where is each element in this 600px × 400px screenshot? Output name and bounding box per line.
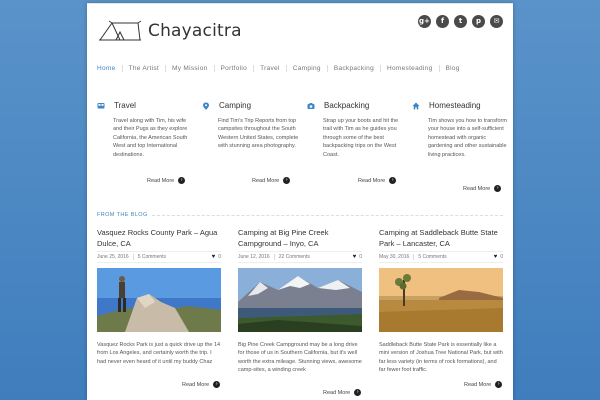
meta-separator xyxy=(273,254,275,260)
post-title[interactable]: Vasquez Rocks County Park – Agua Dulce, … xyxy=(97,227,221,249)
nav-separator xyxy=(213,65,215,72)
post-comments[interactable]: 5 Comments xyxy=(138,254,166,260)
heart-icon[interactable]: ♥ xyxy=(353,254,357,260)
nav-camping[interactable]: Camping xyxy=(293,65,321,72)
feature-description: Strap up your boots and hit the trail wi… xyxy=(323,118,399,158)
like-count: 0 xyxy=(500,254,503,260)
bus-icon xyxy=(97,102,105,108)
arrow-right-icon: › xyxy=(213,381,221,388)
nav-my-mission[interactable]: My Mission xyxy=(172,65,208,72)
nav-travel[interactable]: Travel xyxy=(260,65,280,72)
post-date: June 25, 2016 xyxy=(97,254,129,260)
read-more-post-3[interactable]: Read More › xyxy=(464,381,503,388)
post-thumbnail[interactable] xyxy=(97,268,221,332)
feature-homesteading: Homesteading Tim shows you how to transf… xyxy=(412,101,512,159)
nav-blog[interactable]: Blog xyxy=(446,65,460,72)
nav-separator xyxy=(165,65,167,72)
read-more-label: Read More xyxy=(323,389,351,396)
post-excerpt: Vasquez Rocks Park is just a quick drive… xyxy=(97,342,221,365)
google-plus-icon[interactable]: g+ xyxy=(418,15,431,28)
arrow-right-icon: › xyxy=(354,389,362,396)
post-excerpt: Saddleback Butte State Park is essential… xyxy=(379,342,503,374)
post-thumbnail[interactable] xyxy=(238,268,362,332)
like-count: 0 xyxy=(359,254,362,260)
nav-home[interactable]: Home xyxy=(97,65,116,72)
nav-separator xyxy=(253,65,255,72)
feature-title[interactable]: Homesteading xyxy=(429,101,481,110)
site-title: Chayacitra xyxy=(148,21,242,41)
blog-post: Camping at Big Pine Creek Campground – I… xyxy=(238,227,362,375)
post-date: May 30, 2016 xyxy=(379,254,410,260)
nav-separator xyxy=(326,65,328,72)
read-more-label: Read More xyxy=(358,177,386,184)
arrow-right-icon: › xyxy=(389,177,397,184)
read-more-label: Read More xyxy=(464,381,492,388)
read-more-label: Read More xyxy=(147,177,175,184)
feature-description: Find Tim's Trip Reports from top campsit… xyxy=(218,118,299,150)
read-more-label: Read More xyxy=(252,177,280,184)
nav-homesteading[interactable]: Homesteading xyxy=(387,65,433,72)
feature-camping: Camping Find Tim's Trip Reports from top… xyxy=(202,101,302,151)
nav-backpacking[interactable]: Backpacking xyxy=(334,65,374,72)
read-more-post-1[interactable]: Read More › xyxy=(182,381,221,388)
feature-description: Travel along with Tim, his wife and thei… xyxy=(113,118,188,158)
nav-portfolio[interactable]: Portfolio xyxy=(221,65,248,72)
pinterest-icon[interactable]: p xyxy=(472,15,485,28)
post-comments[interactable]: 22 Comments xyxy=(279,254,310,260)
blog-heading: FROM THE BLOG xyxy=(97,212,148,218)
post-title[interactable]: Camping at Big Pine Creek Campground – I… xyxy=(238,227,362,249)
page-container: Chayacitra g+ f t p ✉ Home The Artist My… xyxy=(87,3,513,400)
feature-description: Tim shows you how to transform your hous… xyxy=(428,118,507,158)
nav-separator xyxy=(379,65,381,72)
read-more-camping[interactable]: Read More › xyxy=(252,177,291,184)
read-more-post-2[interactable]: Read More › xyxy=(323,389,362,396)
feature-title[interactable]: Camping xyxy=(219,101,251,110)
post-thumbnail[interactable] xyxy=(379,268,503,332)
blog-post: Vasquez Rocks County Park – Agua Dulce, … xyxy=(97,227,221,366)
arrow-right-icon: › xyxy=(283,177,291,184)
post-excerpt: Big Pine Creek Campground may be a long … xyxy=(238,342,362,374)
site-header: Chayacitra g+ f t p ✉ xyxy=(87,4,513,60)
read-more-label: Read More xyxy=(463,185,491,192)
post-date: June 12, 2016 xyxy=(238,254,270,260)
facebook-icon[interactable]: f xyxy=(436,15,449,28)
post-meta: June 12, 2016 22 Comments ♥ 0 xyxy=(238,251,362,263)
map-pin-icon xyxy=(203,102,209,110)
blog-section-heading: FROM THE BLOG xyxy=(97,212,503,218)
meta-separator xyxy=(413,254,415,260)
tent-logo-icon xyxy=(99,20,142,41)
feature-backpacking: Backpacking Strap up your boots and hit … xyxy=(307,101,407,159)
like-count: 0 xyxy=(218,254,221,260)
read-more-backpacking[interactable]: Read More › xyxy=(358,177,397,184)
meta-separator xyxy=(132,254,134,260)
nav-separator xyxy=(438,65,440,72)
read-more-travel[interactable]: Read More › xyxy=(147,177,186,184)
arrow-right-icon: › xyxy=(494,185,502,192)
email-icon[interactable]: ✉ xyxy=(490,15,503,28)
nav-separator xyxy=(285,65,287,72)
post-meta: June 25, 2016 5 Comments ♥ 0 xyxy=(97,251,221,263)
site-logo[interactable]: Chayacitra xyxy=(98,20,242,42)
feature-title[interactable]: Travel xyxy=(114,101,136,110)
camera-icon xyxy=(307,102,315,109)
social-links: g+ f t p ✉ xyxy=(418,15,503,28)
nav-the-artist[interactable]: The Artist xyxy=(129,65,159,72)
post-comments[interactable]: 5 Comments xyxy=(418,254,446,260)
arrow-right-icon: › xyxy=(495,381,503,388)
twitter-icon[interactable]: t xyxy=(454,15,467,28)
blog-post: Camping at Saddleback Butte State Park –… xyxy=(379,227,503,375)
heart-icon[interactable]: ♥ xyxy=(212,254,216,260)
arrow-right-icon: › xyxy=(178,177,186,184)
post-title[interactable]: Camping at Saddleback Butte State Park –… xyxy=(379,227,503,249)
main-nav: Home The Artist My Mission Portfolio Tra… xyxy=(97,65,460,72)
home-icon xyxy=(412,102,420,109)
read-more-homesteading[interactable]: Read More › xyxy=(463,185,502,192)
dashed-divider xyxy=(151,214,503,216)
post-meta: May 30, 2016 5 Comments ♥ 0 xyxy=(379,251,503,263)
nav-separator xyxy=(121,65,123,72)
read-more-label: Read More xyxy=(182,381,210,388)
heart-icon[interactable]: ♥ xyxy=(494,254,498,260)
feature-travel: Travel Travel along with Tim, his wife a… xyxy=(97,101,197,159)
feature-title[interactable]: Backpacking xyxy=(324,101,369,110)
